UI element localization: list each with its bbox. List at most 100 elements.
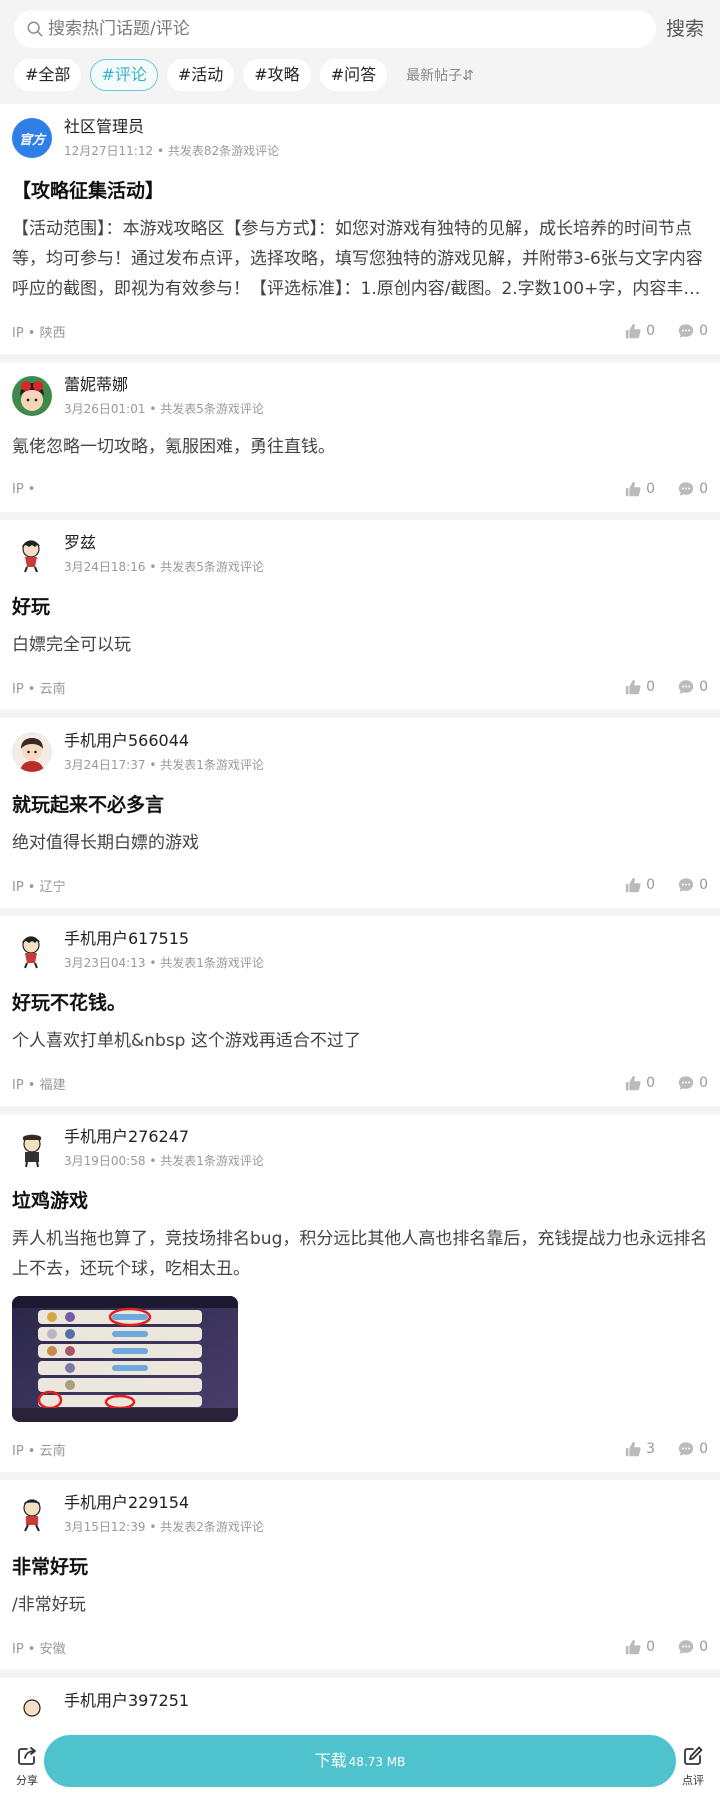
tag-reviews[interactable]: #评论 (90, 59, 158, 91)
tag-guides[interactable]: #攻略 (243, 59, 311, 91)
post-card[interactable]: 手机用户229154 3月15日12:39 • 共发表2条游戏评论 非常好玩 /… (0, 1480, 720, 1670)
post-screenshot-image[interactable] (12, 1296, 238, 1422)
post-meta: 3月19日00:58 • 共发表1条游戏评论 (64, 1154, 264, 1168)
tag-events[interactable]: #活动 (166, 59, 235, 91)
share-button[interactable]: 分享 (12, 1745, 42, 1788)
post-card[interactable]: 官方 社区管理员 12月27日11:12 • 共发表82条游戏评论 【攻略征集活… (0, 104, 720, 354)
tag-all[interactable]: #全部 (14, 59, 82, 91)
share-icon (18, 1747, 36, 1765)
post-card[interactable]: 手机用户617515 3月23日04:13 • 共发表1条游戏评论 好玩不花钱。… (0, 916, 720, 1106)
search-button[interactable]: 搜索 (666, 14, 704, 41)
user-avatar[interactable] (12, 1128, 52, 1168)
edit-icon (684, 1746, 703, 1765)
comment-button[interactable]: 0 (677, 322, 708, 340)
ip-location: IP • (12, 481, 36, 497)
tag-qa[interactable]: #问答 (319, 59, 388, 91)
comment-button[interactable]: 0 (677, 876, 708, 894)
bottom-bar: 分享 下载 48.73 MB 点评 (0, 1731, 720, 1795)
like-button[interactable]: 0 (624, 1638, 655, 1656)
post-card[interactable]: 手机用户566044 3月24日17:37 • 共发表1条游戏评论 就玩起来不必… (0, 718, 720, 908)
ip-location: IP • 陕西 (12, 325, 66, 341)
post-card[interactable]: 蕾妮蒂娜 3月26日01:01 • 共发表5条游戏评论 氪佬忽略一切攻略，氪服困… (0, 362, 720, 512)
like-button[interactable]: 0 (624, 480, 655, 498)
comment-button[interactable]: 0 (677, 1440, 708, 1458)
user-avatar[interactable] (12, 1692, 52, 1732)
search-icon (27, 21, 43, 37)
post-meta: 3月15日12:39 • 共发表2条游戏评论 (64, 1520, 264, 1534)
post-body: 白嫖完全可以玩 (12, 635, 131, 655)
post-title: 好玩不花钱。 (12, 992, 127, 1014)
username[interactable]: 手机用户397251 (64, 1690, 189, 1712)
comment-icon (678, 1442, 694, 1456)
thumbs-up-icon (625, 1639, 641, 1655)
post-title: 就玩起来不必多言 (12, 794, 165, 816)
user-avatar[interactable] (12, 930, 52, 970)
comment-button[interactable]: 0 (677, 678, 708, 696)
username[interactable]: 手机用户566044 (64, 730, 264, 752)
user-avatar[interactable] (12, 534, 52, 574)
ip-location: IP • 云南 (12, 1443, 66, 1459)
comment-icon (678, 324, 694, 338)
official-avatar[interactable]: 官方 (12, 118, 52, 158)
comment-button[interactable]: 0 (677, 1638, 708, 1656)
sort-dropdown[interactable]: 最新帖子⇵ (406, 65, 474, 85)
like-button[interactable]: 0 (624, 876, 655, 894)
post-body: 【活动范围】：本游戏攻略区【参与方式】：如您对游戏有独特的见解，成长培养的时间节… (12, 219, 703, 299)
post-body: 弄人机当拖也算了，竞技场排名bug，积分远比其他人高也排名靠后，充钱提战力也永远… (12, 1229, 708, 1279)
username[interactable]: 手机用户229154 (64, 1492, 264, 1514)
ip-location: IP • 辽宁 (12, 879, 66, 895)
comment-icon (678, 878, 694, 892)
ip-location: IP • 云南 (12, 681, 66, 697)
search-input[interactable] (48, 19, 638, 39)
comment-button[interactable]: 0 (677, 480, 708, 498)
thumbs-up-icon (625, 679, 641, 695)
download-label: 下载 (314, 1751, 347, 1770)
thumbs-up-icon (625, 323, 641, 339)
post-card[interactable]: 手机用户276247 3月19日00:58 • 共发表1条游戏评论 垃鸡游戏 弄… (0, 1114, 720, 1472)
username[interactable]: 罗兹 (64, 532, 264, 554)
post-title: 垃鸡游戏 (12, 1190, 89, 1212)
comment-icon (678, 680, 694, 694)
thumbs-up-icon (625, 877, 641, 893)
post-body: /非常好玩 (12, 1595, 86, 1615)
username[interactable]: 社区管理员 (64, 116, 279, 138)
search-box[interactable] (14, 10, 656, 48)
like-button[interactable]: 0 (624, 678, 655, 696)
post-meta: 12月27日11:12 • 共发表82条游戏评论 (64, 144, 280, 158)
username[interactable]: 手机用户276247 (64, 1126, 264, 1148)
post-meta: 3月23日04:13 • 共发表1条游戏评论 (64, 956, 264, 970)
comment-icon (678, 482, 694, 496)
ip-location: IP • 安徽 (12, 1641, 66, 1657)
post-card[interactable]: 罗兹 3月24日18:16 • 共发表5条游戏评论 好玩 白嫖完全可以玩 IP … (0, 520, 720, 710)
thumbs-up-icon (625, 1441, 641, 1457)
post-feed: 官方 社区管理员 12月27日11:12 • 共发表82条游戏评论 【攻略征集活… (0, 104, 720, 1760)
post-body: 氪佬忽略一切攻略，氪服困难，勇往直钱。 (12, 437, 335, 457)
like-button[interactable]: 0 (624, 322, 655, 340)
post-meta: 3月24日18:16 • 共发表5条游戏评论 (64, 560, 264, 574)
thumbs-up-icon (625, 481, 641, 497)
comment-button[interactable]: 0 (677, 1074, 708, 1092)
like-button[interactable]: 0 (624, 1074, 655, 1092)
post-title: 好玩 (12, 596, 51, 618)
post-body: 个人喜欢打单机&nbsp 这个游戏再适合不过了 (12, 1031, 361, 1051)
post-body: 绝对值得长期白嫖的游戏 (12, 833, 199, 853)
thumbs-up-icon (625, 1075, 641, 1091)
official-badge-text: 官方 (18, 132, 45, 148)
post-meta: 3月26日01:01 • 共发表5条游戏评论 (64, 402, 264, 416)
username[interactable]: 蕾妮蒂娜 (64, 374, 264, 396)
post-meta: 3月24日17:37 • 共发表1条游戏评论 (64, 758, 264, 772)
download-button[interactable]: 下载 48.73 MB (44, 1735, 676, 1787)
top-bar: 搜索 #全部 #评论 #活动 #攻略 #问答 最新帖子⇵ (0, 0, 720, 104)
review-button[interactable]: 点评 (678, 1745, 708, 1788)
user-avatar[interactable] (12, 376, 52, 416)
download-size: 48.73 MB (348, 1755, 406, 1769)
user-avatar[interactable] (12, 1494, 52, 1534)
post-title: 非常好玩 (12, 1556, 89, 1578)
comment-icon (678, 1640, 694, 1654)
user-avatar[interactable] (12, 732, 52, 772)
username[interactable]: 手机用户617515 (64, 928, 264, 950)
comment-icon (678, 1076, 694, 1090)
like-button[interactable]: 3 (624, 1440, 655, 1458)
review-label: 点评 (682, 1774, 704, 1787)
ip-location: IP • 福建 (12, 1077, 66, 1093)
